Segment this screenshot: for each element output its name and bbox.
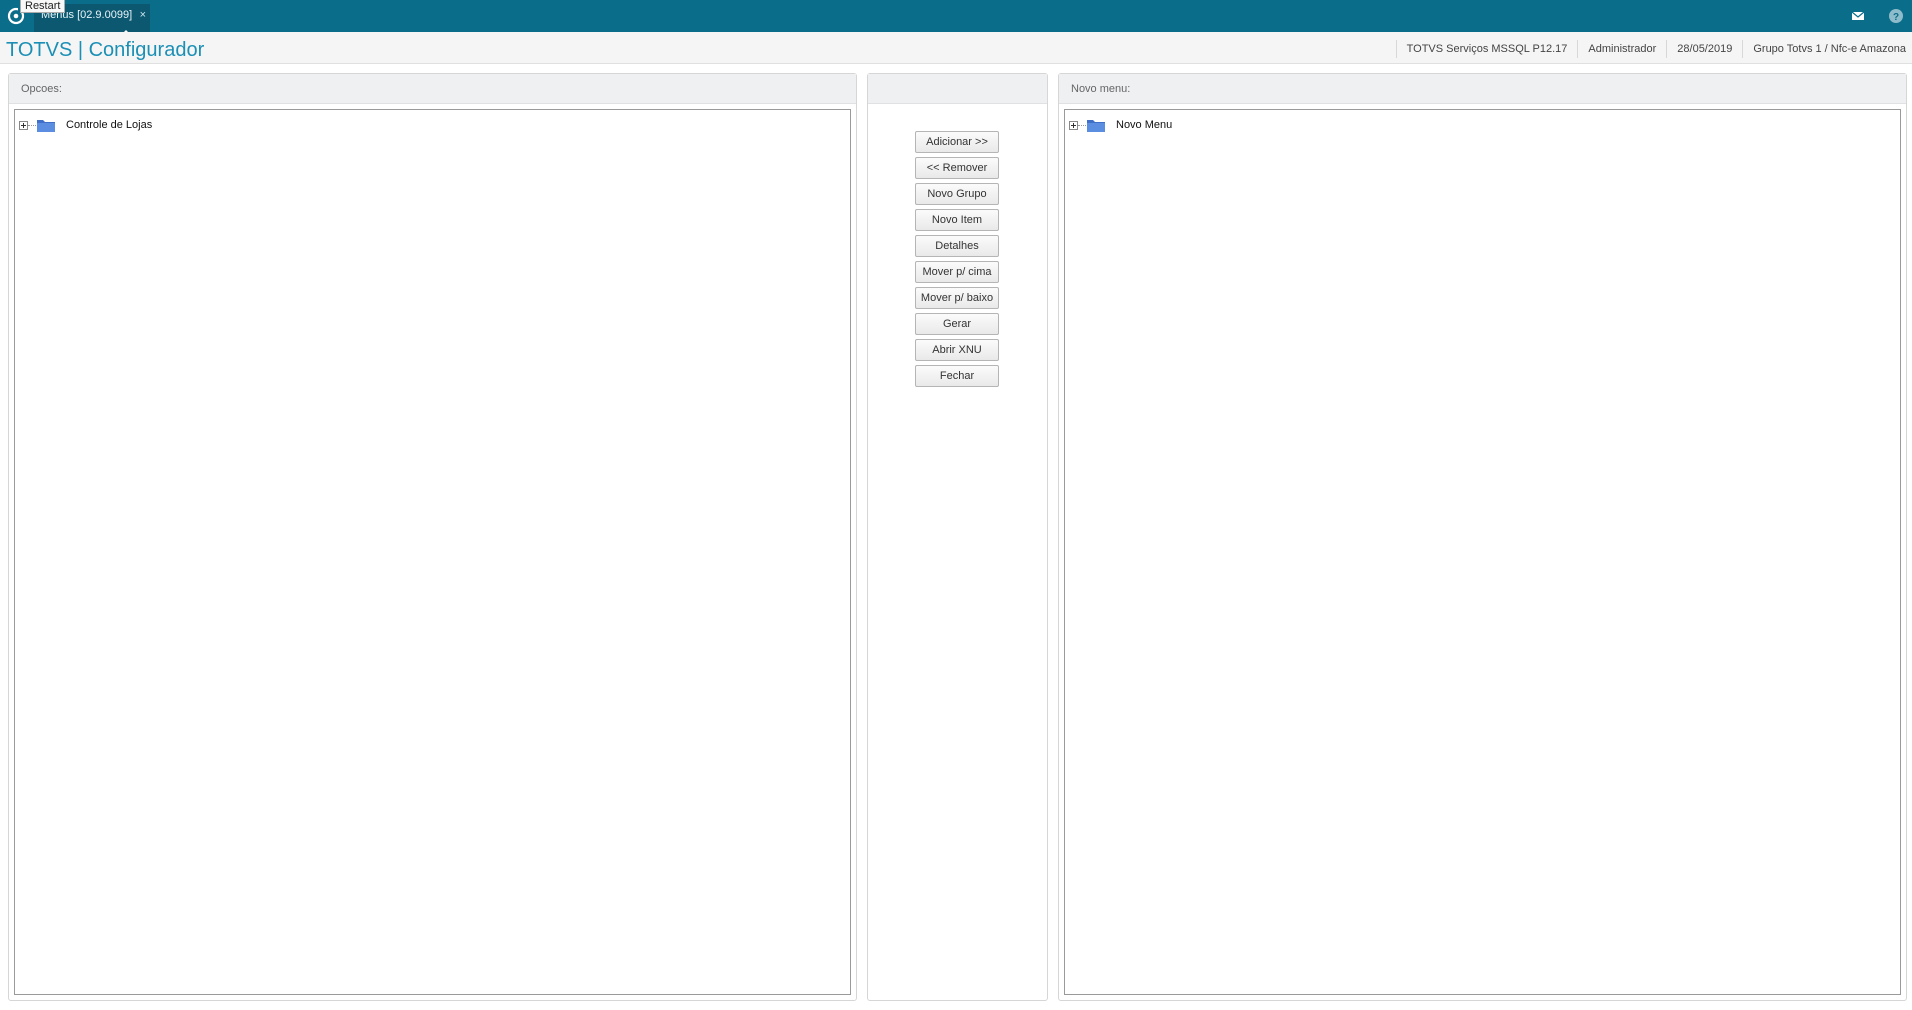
tree-node-novo-menu[interactable]: Novo Menu [1069,116,1172,134]
move-up-button[interactable]: Mover p/ cima [915,261,999,283]
remove-button[interactable]: << Remover [915,157,999,179]
session-info: TOTVS Serviços MSSQL P12.17 Administrado… [1395,40,1906,58]
tab-close-icon[interactable]: × [140,4,146,26]
folder-icon [1087,120,1105,132]
help-icon[interactable]: ? [1887,7,1905,25]
generate-button[interactable]: Gerar [915,313,999,335]
options-panel-title: Opcoes: [9,74,856,104]
new-item-button[interactable]: Novo Item [915,209,999,231]
actions-panel-header [868,74,1047,104]
company-info: Grupo Totvs 1 / Nfc-e Amazona [1742,40,1906,58]
tree-node-controle-de-lojas[interactable]: Controle de Lojas [19,116,152,134]
add-button[interactable]: Adicionar >> [915,131,999,153]
tree-node-label: Controle de Lojas [66,119,153,131]
new-menu-panel-title: Novo menu: [1059,74,1906,104]
server-info: TOTVS Serviços MSSQL P12.17 [1395,40,1578,58]
options-panel: Opcoes: Controle de Lojas [8,73,857,1001]
page-title: TOTVS | Configurador [6,39,205,61]
mail-icon[interactable] [1849,7,1867,25]
top-bar: Restart Menus [02.9.0099] × ? [0,0,1912,36]
options-tree[interactable]: Controle de Lojas [14,109,851,995]
action-buttons: Adicionar >> << Remover Novo Grupo Novo … [915,131,999,391]
tree-node-label: Novo Menu [1116,119,1173,131]
restart-tooltip: Restart [20,0,66,13]
expand-icon[interactable] [19,120,28,130]
new-menu-panel: Novo menu: Novo Menu [1058,73,1907,1001]
details-button[interactable]: Detalhes [915,235,999,257]
new-menu-tree[interactable]: Novo Menu [1064,109,1901,995]
tree-connector [28,124,36,126]
expand-icon[interactable] [1069,120,1078,130]
new-group-button[interactable]: Novo Grupo [915,183,999,205]
close-button[interactable]: Fechar [915,365,999,387]
user-info: Administrador [1577,40,1666,58]
folder-icon [37,120,55,132]
date-info: 28/05/2019 [1666,40,1742,58]
open-xnu-button[interactable]: Abrir XNU [915,339,999,361]
svg-text:?: ? [1893,12,1899,23]
tree-connector [1078,124,1086,126]
move-down-button[interactable]: Mover p/ baixo [915,287,999,309]
page-header: TOTVS | Configurador TOTVS Serviços MSSQ… [0,32,1912,64]
actions-panel: Adicionar >> << Remover Novo Grupo Novo … [867,73,1048,1001]
